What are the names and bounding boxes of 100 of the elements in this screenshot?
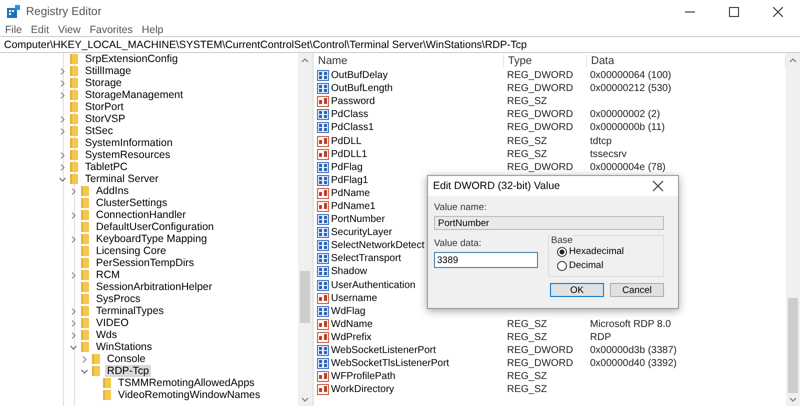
expand-icon[interactable] [69, 270, 78, 280]
scrollbar-thumb[interactable] [300, 271, 310, 323]
scroll-down-icon[interactable] [301, 397, 309, 403]
tree-item[interactable]: StorageManagement [83, 89, 186, 101]
menu-item[interactable]: Favorites [90, 24, 133, 36]
collapse-icon[interactable] [69, 342, 78, 352]
value-name[interactable]: PortNumber [331, 214, 385, 226]
binary-value-icon [317, 70, 329, 82]
tree-item[interactable]: AddIns [94, 185, 131, 197]
tree-item[interactable]: DefaultUserConfiguration [94, 221, 216, 233]
tree-item[interactable]: ClusterSettings [94, 197, 170, 209]
value-name[interactable]: Username [331, 292, 378, 304]
radio-button[interactable] [557, 246, 567, 256]
tree-item[interactable]: ConnectionHandler [94, 209, 188, 221]
expand-icon[interactable] [69, 234, 78, 244]
value-type: REG_SZ [506, 136, 548, 147]
value-name[interactable]: PdName [331, 188, 370, 199]
value-name[interactable]: PdDLL [331, 136, 362, 147]
close-icon [773, 6, 783, 16]
value-name[interactable]: WdName [331, 318, 373, 330]
value-name[interactable]: PdClass [331, 109, 368, 120]
collapse-icon[interactable] [58, 174, 67, 184]
radio-label[interactable]: Decimal [569, 260, 604, 271]
tree-item[interactable]: VIDEO [94, 317, 131, 329]
value-name[interactable]: PdFlag [331, 162, 363, 173]
menu-item[interactable]: Help [142, 24, 164, 36]
folder-icon [70, 66, 78, 76]
value-name[interactable]: WFProfilePath [331, 371, 396, 382]
folder-icon [81, 234, 89, 244]
binary-value-icon [317, 306, 329, 317]
address-bar[interactable]: Computer\HKEY_LOCAL_MACHINE\SYSTEM\CurrentControlSet\Control\Terminal Server\WinStations\RDP-Tcp [0, 36, 800, 53]
value-name[interactable]: OutBufLength [331, 83, 393, 94]
tree-item[interactable]: KeyboardType Mapping [94, 233, 209, 245]
tree-item[interactable]: RDP-Tcp [105, 365, 152, 377]
tree-item[interactable]: TabletPC [83, 161, 130, 173]
value-name[interactable]: UserAuthentication [331, 280, 416, 291]
cancel-button[interactable]: Cancel [610, 283, 664, 297]
value-name[interactable]: PdClass1 [331, 122, 374, 134]
tree-item[interactable]: PerSessionTempDirs [94, 257, 196, 269]
tree-item[interactable]: SysProcs [94, 293, 142, 305]
value-name[interactable]: PdFlag1 [331, 174, 368, 186]
menu-item[interactable]: File [5, 24, 22, 36]
folder-icon [92, 366, 100, 376]
tree-item[interactable]: StorVSP [83, 113, 128, 125]
binary-value-icon [317, 227, 329, 238]
column-header[interactable]: Type [504, 55, 587, 67]
tree-item[interactable]: Terminal Server [83, 173, 161, 185]
value-type: REG_SZ [506, 332, 548, 343]
value-name[interactable]: PdName1 [331, 200, 376, 212]
expand-icon[interactable] [69, 186, 78, 196]
folder-icon [81, 306, 89, 316]
folder-icon [81, 294, 89, 304]
value-data: 0x00000064 (100) [589, 70, 672, 82]
folder-icon [70, 78, 78, 88]
tree-item[interactable]: StSec [83, 125, 116, 137]
menu-item[interactable]: View [58, 24, 81, 36]
value-name[interactable]: WdPrefix [331, 332, 372, 343]
tree-item[interactable]: SystemResources [83, 149, 172, 161]
tree-item[interactable]: SrpExtensionConfig [83, 53, 180, 65]
value-name[interactable]: Password [331, 96, 375, 108]
tree-item[interactable]: Console [105, 353, 148, 365]
value-data-field[interactable]: 3389 [434, 252, 538, 268]
tree-item[interactable]: VideoRemotingWindowNames [116, 389, 262, 401]
value-name[interactable]: WdFlag [331, 306, 366, 317]
tree-item[interactable]: TSMMRemotingAllowedApps [116, 377, 257, 389]
value-name[interactable]: Shadow [331, 266, 368, 278]
close-icon[interactable] [652, 180, 664, 192]
menu-item[interactable]: Edit [30, 24, 50, 36]
expand-icon[interactable] [69, 210, 78, 220]
tree-item[interactable]: WinStations [94, 341, 154, 353]
tree-item[interactable]: SystemInformation [83, 137, 175, 149]
column-header[interactable]: Name [314, 55, 504, 67]
tree-item[interactable]: RCM [94, 269, 122, 281]
radio-label[interactable]: Hexadecimal [569, 246, 624, 257]
value-name[interactable]: PdDLL1 [331, 148, 368, 160]
tree-item[interactable]: SessionArbitrationHelper [94, 281, 214, 293]
value-name[interactable]: WebSocketTlsListenerPort [331, 358, 450, 370]
tree-item[interactable]: Wds [94, 329, 119, 341]
value-name[interactable]: WebSocketListenerPort [331, 345, 436, 356]
ok-button[interactable]: OK [550, 283, 604, 297]
scrollbar-thumb[interactable] [788, 298, 798, 393]
tree-item[interactable]: Storage [83, 77, 124, 89]
value-type: REG_SZ [506, 371, 548, 382]
collapse-icon[interactable] [80, 366, 89, 376]
value-name[interactable]: OutBufDelay [331, 70, 388, 82]
value-name[interactable]: SelectTransport [331, 253, 402, 264]
scroll-up-icon[interactable] [789, 57, 797, 63]
tree-item[interactable]: StorPort [83, 101, 126, 113]
value-name[interactable]: WorkDirectory [331, 384, 394, 396]
tree-item[interactable]: StillImage [83, 65, 134, 77]
scroll-down-icon[interactable] [789, 397, 797, 403]
binary-value-icon [317, 240, 329, 252]
value-type: REG_SZ [506, 384, 548, 396]
tree-item[interactable]: Licensing Core [94, 245, 168, 257]
value-name[interactable]: SelectNetworkDetect [331, 240, 424, 252]
tree-item[interactable]: TerminalTypes [94, 305, 166, 317]
expand-icon[interactable] [80, 354, 89, 364]
scroll-up-icon[interactable] [301, 57, 309, 63]
value-name[interactable]: SecurityLayer [331, 227, 392, 238]
radio-button[interactable] [557, 260, 567, 270]
